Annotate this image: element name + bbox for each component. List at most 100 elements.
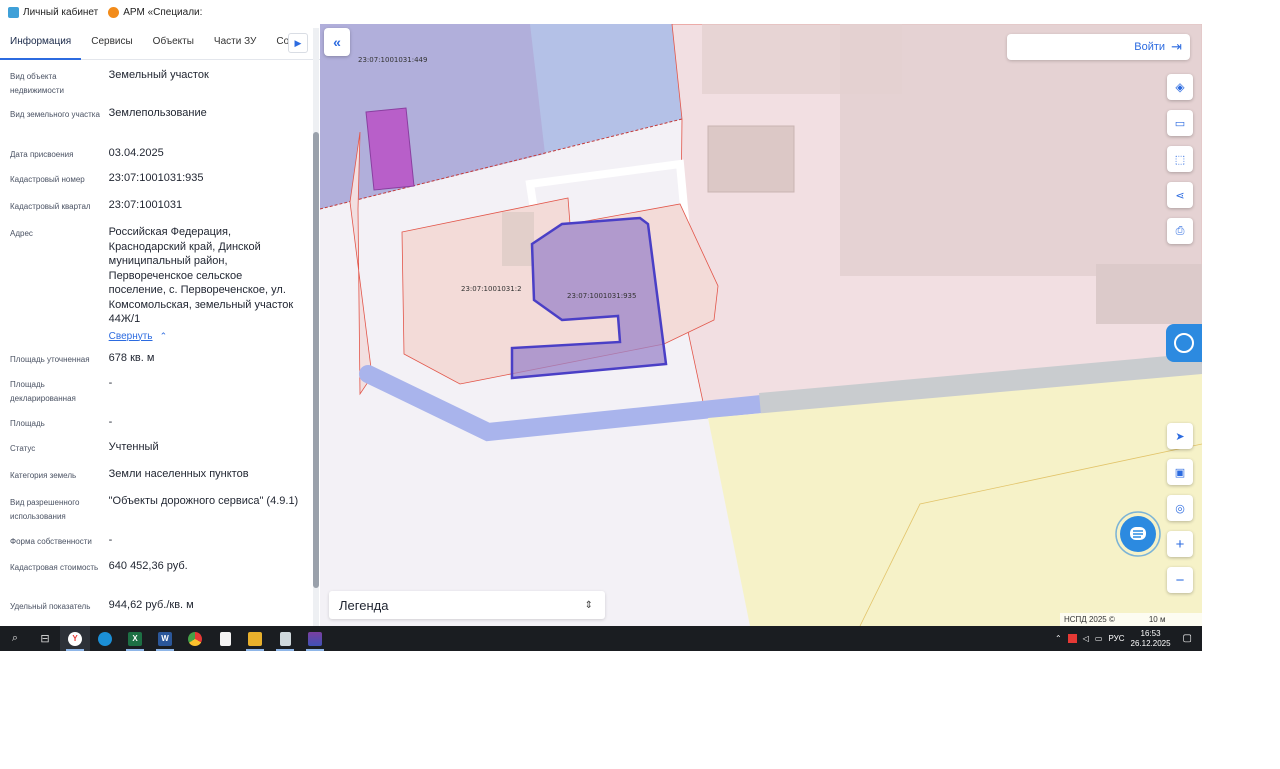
info-label: Категория земель xyxy=(10,471,77,480)
map-view[interactable]: 23:07:1001031:449 23:07:1001031:2 23:07:… xyxy=(320,24,1202,626)
ruler-button[interactable]: ▭ xyxy=(1167,110,1193,136)
scale-label: 10 м xyxy=(1148,615,1166,624)
info-row: Вид земельного участка Землепользование xyxy=(0,106,312,146)
info-value: "Объекты дорожного сервиса" (4.9.1) xyxy=(108,495,299,507)
select-area-button[interactable]: ⬚ xyxy=(1167,146,1193,172)
info-row: Площадь декларированная - xyxy=(0,376,312,415)
share-button[interactable]: ⋖ xyxy=(1167,182,1193,208)
zoom-out-icon: − xyxy=(1175,571,1185,589)
taskbar-excel[interactable]: X xyxy=(120,626,150,651)
app-tray-icon[interactable] xyxy=(1067,634,1077,643)
info-value: Земельный участок xyxy=(108,69,209,81)
info-label: Вид земельного участка xyxy=(10,110,100,119)
map-canvas xyxy=(320,24,1202,626)
info-label: Адрес xyxy=(10,229,33,238)
clock[interactable]: 16:53 26.12.2025 xyxy=(1131,629,1171,649)
taskbar-task-view[interactable]: ⊟ xyxy=(30,626,60,651)
info-label: Кадастровый квартал xyxy=(10,202,91,211)
taskbar-search[interactable]: ⌕ xyxy=(0,626,30,651)
taskbar-chrome[interactable] xyxy=(180,626,210,651)
word-icon: W xyxy=(158,631,172,646)
keyboard-language[interactable]: РУС xyxy=(1108,634,1124,643)
info-row: Вид объекта недвижимости Земельный участ… xyxy=(0,68,312,106)
info-value: - xyxy=(108,534,113,546)
collapse-panel-button[interactable]: « xyxy=(324,28,350,56)
collapse-link-label: Свернуть xyxy=(108,330,153,342)
info-label: Вид разрешенного использования xyxy=(10,498,80,521)
double-chevron-left-icon: « xyxy=(333,34,341,50)
info-value: 678 кв. м xyxy=(108,352,155,364)
parcel-label: 23:07:1001031:449 xyxy=(358,56,428,64)
tab-parts[interactable]: Части ЗУ xyxy=(204,24,266,60)
network-icon[interactable]: ▭ xyxy=(1095,634,1103,643)
zoom-out-button[interactable]: − xyxy=(1167,567,1193,593)
notifications-icon[interactable]: ▢ xyxy=(1183,633,1192,644)
info-label: Кадастровый номер xyxy=(10,175,85,184)
locate-icon: ➤ xyxy=(1175,430,1185,443)
zoom-in-button[interactable]: + xyxy=(1167,531,1193,557)
info-label: Удельный показатель xyxy=(10,602,91,611)
volume-icon[interactable]: ◁ xyxy=(1083,634,1089,643)
login-icon: ⇥ xyxy=(1171,39,1182,54)
collapse-link[interactable]: Свернуть ⌃ xyxy=(109,329,302,345)
bookmark-label: АРМ «Специали: xyxy=(123,6,203,18)
select-area-icon: ⬚ xyxy=(1174,153,1186,166)
tab-objects[interactable]: Объекты xyxy=(143,24,204,60)
gosuslugi-icon xyxy=(1174,333,1194,353)
layers-button[interactable]: ◈ xyxy=(1167,74,1193,100)
task-view-icon: ⊟ xyxy=(40,633,50,645)
bookmark-personal-cabinet[interactable]: Личный кабинет xyxy=(8,6,98,18)
info-value: 03.04.2025 xyxy=(108,147,164,159)
yandex-browser-icon: Y xyxy=(68,631,82,646)
attribution-text: НСПД 2025 © xyxy=(1064,615,1115,624)
tabs-next-button[interactable]: ▶ xyxy=(288,33,308,53)
chevron-updown-icon: ⇕ xyxy=(584,599,593,611)
info-row: Площадь уточненная 678 кв. м xyxy=(0,351,312,376)
taskbar-yandex[interactable]: Y xyxy=(60,626,90,651)
legend-title: Легенда xyxy=(339,597,389,613)
info-label: Статус xyxy=(10,444,36,453)
search-icon: ⌕ xyxy=(11,632,19,644)
taskbar-app[interactable] xyxy=(300,626,330,651)
property-info: Вид объекта недвижимости Земельный участ… xyxy=(0,68,312,624)
info-label: Площадь декларированная xyxy=(10,380,76,403)
info-row: Кадастровый номер 23:07:1001031:935 xyxy=(0,171,312,198)
info-value: Учтенный xyxy=(108,441,159,453)
ruler-icon: ▭ xyxy=(1174,117,1186,130)
chat-icon xyxy=(1115,511,1161,557)
print-button[interactable]: ⎙ xyxy=(1167,218,1193,244)
login-label: Войти xyxy=(1134,41,1166,53)
legend-dropdown[interactable]: Легенда ⇕ xyxy=(329,591,605,619)
info-value: - xyxy=(108,416,113,428)
gosuslugi-button[interactable] xyxy=(1166,324,1202,362)
layers-icon: ◈ xyxy=(1175,80,1185,94)
chat-button[interactable] xyxy=(1114,510,1162,558)
clock-time: 16:53 xyxy=(1140,628,1161,638)
address-value: Российская Федерация, Краснодарский край… xyxy=(108,226,294,325)
info-row: Статус Учтенный xyxy=(0,440,312,467)
locate-button[interactable]: ➤ xyxy=(1167,423,1193,449)
taskbar-explorer[interactable] xyxy=(240,626,270,651)
tab-services[interactable]: Сервисы xyxy=(81,24,142,60)
taskbar-archive[interactable] xyxy=(270,626,300,651)
panel-scrollbar[interactable] xyxy=(313,28,319,626)
chevron-up-icon[interactable]: ⌃ xyxy=(1055,634,1062,643)
minimap-button[interactable]: ▣ xyxy=(1167,459,1193,485)
info-row: Площадь - xyxy=(0,415,312,440)
zoom-in-icon: + xyxy=(1175,535,1185,553)
taskbar-file[interactable] xyxy=(210,626,240,651)
system-tray: ⌃ ◁ ▭ РУС 16:53 26.12.2025 ▢ xyxy=(1055,626,1202,651)
login-button[interactable]: Войти ⇥ xyxy=(1007,34,1190,60)
scrollbar-thumb[interactable] xyxy=(313,132,319,588)
taskbar-edge[interactable] xyxy=(90,626,120,651)
info-label: Кадастровая стоимость xyxy=(10,563,99,572)
search-place-button[interactable]: ◎ xyxy=(1167,495,1193,521)
info-row: Вид разрешенного использования "Объекты … xyxy=(0,494,312,533)
tab-information[interactable]: Информация xyxy=(0,24,82,60)
windows-taskbar: ⌕ ⊟ Y X W ⌃ ◁ ▭ РУС 16:53 26.12.2025 ▢ xyxy=(0,626,1202,651)
clock-date: 26.12.2025 xyxy=(1130,638,1171,648)
taskbar-word[interactable]: W xyxy=(150,626,180,651)
bookmark-arm[interactable]: АРМ «Специали: xyxy=(108,6,203,18)
info-value: - xyxy=(108,377,113,389)
print-icon: ⎙ xyxy=(1175,224,1185,237)
